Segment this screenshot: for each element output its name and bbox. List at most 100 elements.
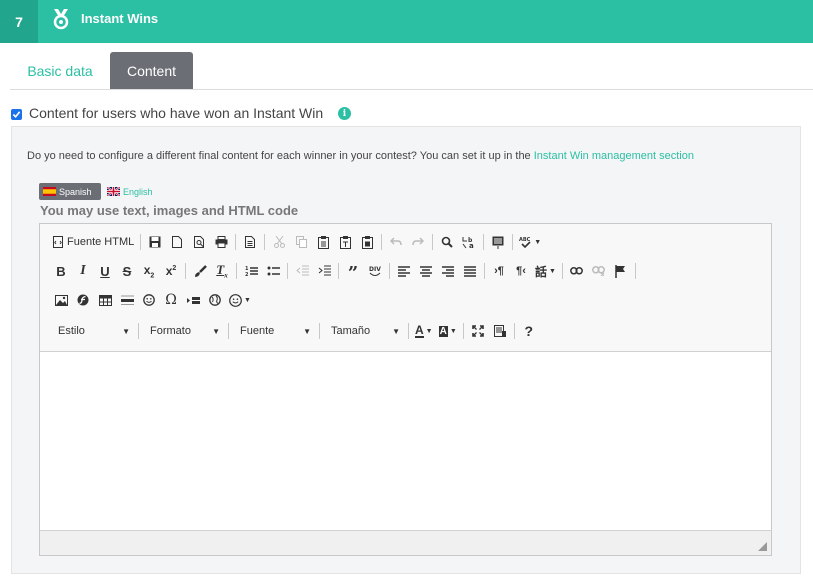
show-blocks-button[interactable] [489, 321, 511, 341]
replace-button[interactable]: ba [458, 232, 480, 252]
background-color-button[interactable]: A ▼ [436, 321, 460, 341]
create-div-button[interactable]: DIV [364, 261, 386, 281]
language-button[interactable]: 話 ▼ [532, 261, 559, 281]
flash-button[interactable] [72, 290, 94, 310]
language-tab-english[interactable]: English [107, 183, 153, 200]
editor-helper-text: You may use text, images and HTML code [40, 203, 299, 218]
chevron-down-icon: ▼ [212, 326, 220, 336]
outdent-button[interactable] [291, 261, 313, 281]
table-button[interactable] [94, 290, 116, 310]
text-color-button[interactable]: A ▼ [412, 321, 436, 341]
page-break-button[interactable] [182, 290, 204, 310]
strikethrough-button[interactable]: S [116, 261, 138, 281]
bold-button[interactable]: B [50, 261, 72, 281]
checkbox-label[interactable]: Content for users who have won an Instan… [29, 105, 323, 121]
chevron-down-icon: ▼ [303, 326, 311, 336]
link-button[interactable] [566, 261, 588, 281]
source-html-button[interactable]: Fuente HTML [50, 232, 137, 252]
select-all-button[interactable] [487, 232, 509, 252]
select-all-icon [492, 236, 504, 249]
unlink-button[interactable] [588, 261, 610, 281]
new-page-icon [172, 236, 183, 248]
align-left-button[interactable] [393, 261, 415, 281]
editor-toolbar: Fuente HTML ba ABC ▼ B I U S x2 x2 Tx 1 … [40, 224, 771, 351]
cut-button[interactable] [268, 232, 290, 252]
tab-content[interactable]: Content [110, 52, 193, 90]
spellcheck-button[interactable]: ABC ▼ [516, 232, 544, 252]
templates-button[interactable] [239, 232, 261, 252]
paste-text-icon [339, 235, 351, 249]
format-combo[interactable]: Formato ▼ [142, 321, 225, 341]
description-text: Do yo need to configure a different fina… [27, 150, 694, 162]
resize-handle-icon[interactable] [758, 542, 767, 551]
language-label: English [123, 186, 153, 197]
paste-icon [317, 235, 329, 249]
instant-win-content-checkbox[interactable] [11, 109, 22, 120]
save-button[interactable] [144, 232, 166, 252]
size-combo[interactable]: Tamaño ▼ [323, 321, 405, 341]
language-tab-spanish[interactable]: Spanish [39, 183, 101, 200]
style-combo[interactable]: Estilo ▼ [50, 321, 135, 341]
find-icon [441, 236, 453, 248]
paste-text-button[interactable] [334, 232, 356, 252]
page-break-icon [186, 296, 200, 304]
print-button[interactable] [210, 232, 232, 252]
align-right-button[interactable] [437, 261, 459, 281]
undo-button[interactable] [385, 232, 407, 252]
table-icon [98, 294, 112, 306]
about-button[interactable]: ? [518, 321, 540, 341]
toolbar-separator [185, 263, 186, 279]
rich-text-editor: Fuente HTML ba ABC ▼ B I U S x2 x2 Tx 1 … [39, 223, 772, 556]
ltr-icon: ›¶ [494, 265, 504, 277]
text-direction-ltr-button[interactable]: ›¶ [488, 261, 510, 281]
iframe-button[interactable] [204, 290, 226, 310]
copy-button[interactable] [290, 232, 312, 252]
bulleted-list-icon [267, 266, 280, 276]
new-page-button[interactable] [166, 232, 188, 252]
paste-word-button[interactable] [356, 232, 378, 252]
numbered-list-button[interactable]: 12 [240, 261, 262, 281]
preview-button[interactable] [188, 232, 210, 252]
maximize-icon [471, 325, 484, 337]
div-icon: DIV [369, 266, 381, 276]
superscript-button[interactable]: x2 [160, 261, 182, 281]
indent-button[interactable] [313, 261, 335, 281]
undo-icon [390, 237, 402, 246]
image-button[interactable] [50, 290, 72, 310]
preview-icon [193, 236, 204, 248]
find-button[interactable] [436, 232, 458, 252]
copy-icon [295, 236, 307, 248]
text-direction-rtl-button[interactable]: ¶‹ [510, 261, 532, 281]
special-char-button[interactable]: Ω [160, 290, 182, 310]
spellcheck-icon: ABC [519, 237, 531, 248]
info-icon[interactable]: i [338, 107, 351, 120]
paste-word-icon [361, 235, 373, 249]
copy-format-button[interactable] [189, 261, 211, 281]
align-center-button[interactable] [415, 261, 437, 281]
chevron-down-icon: ▼ [392, 326, 400, 336]
emoji-button[interactable]: ▼ [226, 290, 254, 310]
remove-format-button[interactable]: Tx [211, 261, 233, 281]
blockquote-button[interactable]: ” [342, 261, 364, 283]
language-label: Spanish [59, 186, 92, 197]
tab-basic-data[interactable]: Basic data [14, 52, 106, 90]
font-combo-label: Fuente [240, 325, 275, 337]
show-blocks-icon [493, 325, 506, 337]
instant-win-management-link[interactable]: Instant Win management section [534, 150, 694, 162]
font-combo[interactable]: Fuente ▼ [232, 321, 316, 341]
smiley-button[interactable] [138, 290, 160, 310]
toolbar-separator [287, 263, 288, 279]
subscript-button[interactable]: x2 [138, 261, 160, 281]
paste-button[interactable] [312, 232, 334, 252]
anchor-button[interactable] [610, 261, 632, 281]
horizontal-rule-button[interactable] [116, 290, 138, 310]
editor-content-area[interactable] [40, 351, 771, 531]
toolbar-separator [408, 323, 409, 339]
bulleted-list-button[interactable] [262, 261, 284, 281]
italic-button[interactable]: I [72, 261, 94, 281]
rtl-icon: ¶‹ [516, 265, 526, 277]
redo-button[interactable] [407, 232, 429, 252]
underline-button[interactable]: U [94, 261, 116, 281]
justify-button[interactable] [459, 261, 481, 281]
maximize-button[interactable] [467, 321, 489, 341]
